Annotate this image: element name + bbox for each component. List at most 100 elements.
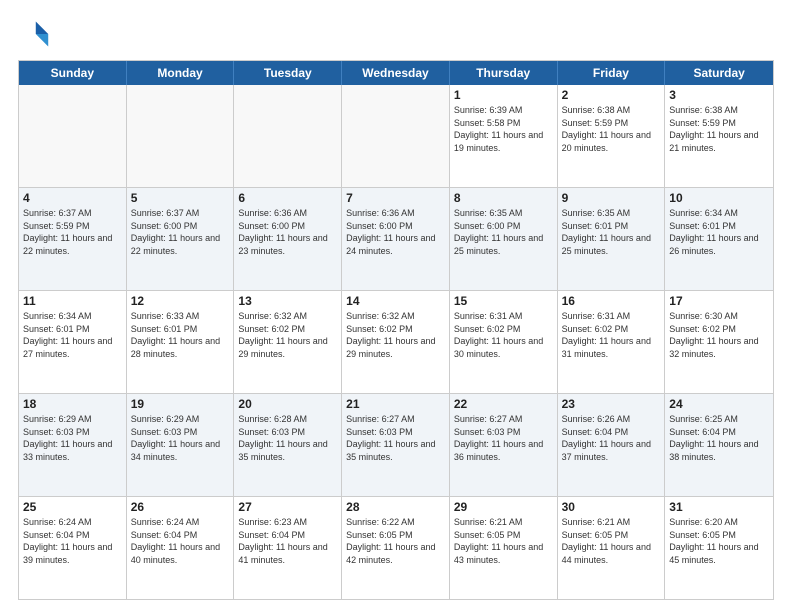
calendar-cell bbox=[127, 85, 235, 187]
cell-info: Sunrise: 6:21 AM Sunset: 6:05 PM Dayligh… bbox=[454, 516, 553, 566]
logo bbox=[18, 18, 54, 50]
day-number: 5 bbox=[131, 191, 230, 205]
day-number: 19 bbox=[131, 397, 230, 411]
calendar-cell bbox=[234, 85, 342, 187]
calendar-cell: 24 Sunrise: 6:25 AM Sunset: 6:04 PM Dayli… bbox=[665, 394, 773, 496]
calendar-cell: 6Sunrise: 6:36 AM Sunset: 6:00 PM Daylig… bbox=[234, 188, 342, 290]
day-number: 16 bbox=[562, 294, 661, 308]
calendar-cell: 10 Sunrise: 6:34 AM Sunset: 6:01 PM Dayli… bbox=[665, 188, 773, 290]
calendar-cell: 17Sunrise: 6:30 AM Sunset: 6:02 PM Dayli… bbox=[665, 291, 773, 393]
calendar-cell: 9 Sunrise: 6:35 AM Sunset: 6:01 PM Daylig… bbox=[558, 188, 666, 290]
calendar-cell: 2Sunrise: 6:38 AM Sunset: 5:59 PM Daylig… bbox=[558, 85, 666, 187]
day-number: 4 bbox=[23, 191, 122, 205]
calendar-header: SundayMondayTuesdayWednesdayThursdayFrid… bbox=[19, 61, 773, 85]
cell-info: Sunrise: 6:39 AM Sunset: 5:58 PM Dayligh… bbox=[454, 104, 553, 154]
calendar-header-cell: Tuesday bbox=[234, 61, 342, 85]
cell-info: Sunrise: 6:27 AM Sunset: 6:03 PM Dayligh… bbox=[454, 413, 553, 463]
day-number: 30 bbox=[562, 500, 661, 514]
calendar-cell bbox=[19, 85, 127, 187]
day-number: 8 bbox=[454, 191, 553, 205]
calendar-cell: 27 Sunrise: 6:23 AM Sunset: 6:04 PM Dayli… bbox=[234, 497, 342, 599]
calendar-cell: 28Sunrise: 6:22 AM Sunset: 6:05 PM Dayli… bbox=[342, 497, 450, 599]
cell-info: Sunrise: 6:26 AM Sunset: 6:04 PM Dayligh… bbox=[562, 413, 661, 463]
day-number: 21 bbox=[346, 397, 445, 411]
calendar-header-cell: Saturday bbox=[665, 61, 773, 85]
calendar-row: 18Sunrise: 6:29 AM Sunset: 6:03 PM Dayli… bbox=[19, 394, 773, 497]
day-number: 29 bbox=[454, 500, 553, 514]
cell-info: Sunrise: 6:27 AM Sunset: 6:03 PM Dayligh… bbox=[346, 413, 445, 463]
calendar: SundayMondayTuesdayWednesdayThursdayFrid… bbox=[18, 60, 774, 600]
cell-info: Sunrise: 6:25 AM Sunset: 6:04 PM Dayligh… bbox=[669, 413, 769, 463]
day-number: 9 bbox=[562, 191, 661, 205]
calendar-header-cell: Friday bbox=[558, 61, 666, 85]
calendar-cell bbox=[342, 85, 450, 187]
calendar-row: 1 Sunrise: 6:39 AM Sunset: 5:58 PM Daylig… bbox=[19, 85, 773, 188]
calendar-cell: 31 Sunrise: 6:20 AM Sunset: 6:05 PM Dayli… bbox=[665, 497, 773, 599]
cell-info: Sunrise: 6:29 AM Sunset: 6:03 PM Dayligh… bbox=[131, 413, 230, 463]
calendar-cell: 11 Sunrise: 6:34 AM Sunset: 6:01 PM Dayli… bbox=[19, 291, 127, 393]
day-number: 15 bbox=[454, 294, 553, 308]
day-number: 11 bbox=[23, 294, 122, 308]
calendar-cell: 25 Sunrise: 6:24 AM Sunset: 6:04 PM Dayli… bbox=[19, 497, 127, 599]
calendar-cell: 22 Sunrise: 6:27 AM Sunset: 6:03 PM Dayli… bbox=[450, 394, 558, 496]
calendar-cell: 26 Sunrise: 6:24 AM Sunset: 6:04 PM Dayli… bbox=[127, 497, 235, 599]
calendar-cell: 15 Sunrise: 6:31 AM Sunset: 6:02 PM Dayli… bbox=[450, 291, 558, 393]
calendar-header-cell: Monday bbox=[127, 61, 235, 85]
day-number: 2 bbox=[562, 88, 661, 102]
calendar-cell: 5 Sunrise: 6:37 AM Sunset: 6:00 PM Daylig… bbox=[127, 188, 235, 290]
cell-info: Sunrise: 6:38 AM Sunset: 5:59 PM Dayligh… bbox=[669, 104, 769, 154]
calendar-header-cell: Sunday bbox=[19, 61, 127, 85]
cell-info: Sunrise: 6:23 AM Sunset: 6:04 PM Dayligh… bbox=[238, 516, 337, 566]
calendar-cell: 14Sunrise: 6:32 AM Sunset: 6:02 PM Dayli… bbox=[342, 291, 450, 393]
cell-info: Sunrise: 6:31 AM Sunset: 6:02 PM Dayligh… bbox=[454, 310, 553, 360]
cell-info: Sunrise: 6:32 AM Sunset: 6:02 PM Dayligh… bbox=[238, 310, 337, 360]
calendar-cell: 4Sunrise: 6:37 AM Sunset: 5:59 PM Daylig… bbox=[19, 188, 127, 290]
day-number: 25 bbox=[23, 500, 122, 514]
day-number: 1 bbox=[454, 88, 553, 102]
calendar-cell: 12 Sunrise: 6:33 AM Sunset: 6:01 PM Dayli… bbox=[127, 291, 235, 393]
day-number: 12 bbox=[131, 294, 230, 308]
calendar-row: 4Sunrise: 6:37 AM Sunset: 5:59 PM Daylig… bbox=[19, 188, 773, 291]
day-number: 6 bbox=[238, 191, 337, 205]
day-number: 31 bbox=[669, 500, 769, 514]
calendar-cell: 18Sunrise: 6:29 AM Sunset: 6:03 PM Dayli… bbox=[19, 394, 127, 496]
cell-info: Sunrise: 6:28 AM Sunset: 6:03 PM Dayligh… bbox=[238, 413, 337, 463]
calendar-cell: 16 Sunrise: 6:31 AM Sunset: 6:02 PM Dayli… bbox=[558, 291, 666, 393]
day-number: 14 bbox=[346, 294, 445, 308]
calendar-header-cell: Thursday bbox=[450, 61, 558, 85]
cell-info: Sunrise: 6:35 AM Sunset: 6:00 PM Dayligh… bbox=[454, 207, 553, 257]
calendar-cell: 21 Sunrise: 6:27 AM Sunset: 6:03 PM Dayli… bbox=[342, 394, 450, 496]
cell-info: Sunrise: 6:35 AM Sunset: 6:01 PM Dayligh… bbox=[562, 207, 661, 257]
cell-info: Sunrise: 6:34 AM Sunset: 6:01 PM Dayligh… bbox=[669, 207, 769, 257]
calendar-row: 25 Sunrise: 6:24 AM Sunset: 6:04 PM Dayli… bbox=[19, 497, 773, 599]
logo-icon bbox=[18, 18, 50, 50]
cell-info: Sunrise: 6:31 AM Sunset: 6:02 PM Dayligh… bbox=[562, 310, 661, 360]
cell-info: Sunrise: 6:24 AM Sunset: 6:04 PM Dayligh… bbox=[131, 516, 230, 566]
day-number: 28 bbox=[346, 500, 445, 514]
calendar-body: 1 Sunrise: 6:39 AM Sunset: 5:58 PM Daylig… bbox=[19, 85, 773, 599]
calendar-cell: 29 Sunrise: 6:21 AM Sunset: 6:05 PM Dayli… bbox=[450, 497, 558, 599]
cell-info: Sunrise: 6:21 AM Sunset: 6:05 PM Dayligh… bbox=[562, 516, 661, 566]
day-number: 10 bbox=[669, 191, 769, 205]
day-number: 3 bbox=[669, 88, 769, 102]
day-number: 17 bbox=[669, 294, 769, 308]
day-number: 13 bbox=[238, 294, 337, 308]
day-number: 7 bbox=[346, 191, 445, 205]
day-number: 26 bbox=[131, 500, 230, 514]
day-number: 24 bbox=[669, 397, 769, 411]
cell-info: Sunrise: 6:29 AM Sunset: 6:03 PM Dayligh… bbox=[23, 413, 122, 463]
cell-info: Sunrise: 6:37 AM Sunset: 6:00 PM Dayligh… bbox=[131, 207, 230, 257]
calendar-row: 11 Sunrise: 6:34 AM Sunset: 6:01 PM Dayli… bbox=[19, 291, 773, 394]
header bbox=[18, 18, 774, 50]
day-number: 22 bbox=[454, 397, 553, 411]
cell-info: Sunrise: 6:24 AM Sunset: 6:04 PM Dayligh… bbox=[23, 516, 122, 566]
day-number: 23 bbox=[562, 397, 661, 411]
calendar-cell: 7Sunrise: 6:36 AM Sunset: 6:00 PM Daylig… bbox=[342, 188, 450, 290]
cell-info: Sunrise: 6:34 AM Sunset: 6:01 PM Dayligh… bbox=[23, 310, 122, 360]
calendar-cell: 1 Sunrise: 6:39 AM Sunset: 5:58 PM Daylig… bbox=[450, 85, 558, 187]
cell-info: Sunrise: 6:33 AM Sunset: 6:01 PM Dayligh… bbox=[131, 310, 230, 360]
day-number: 27 bbox=[238, 500, 337, 514]
cell-info: Sunrise: 6:20 AM Sunset: 6:05 PM Dayligh… bbox=[669, 516, 769, 566]
calendar-cell: 8 Sunrise: 6:35 AM Sunset: 6:00 PM Daylig… bbox=[450, 188, 558, 290]
calendar-cell: 23 Sunrise: 6:26 AM Sunset: 6:04 PM Dayli… bbox=[558, 394, 666, 496]
